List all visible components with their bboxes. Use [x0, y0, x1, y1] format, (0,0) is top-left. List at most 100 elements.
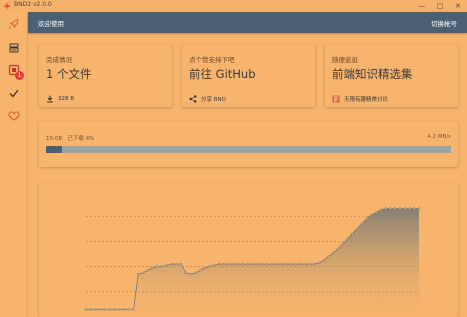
chart-point [108, 308, 112, 311]
chart-point [417, 207, 421, 210]
card-label: 完成情况 [46, 56, 72, 64]
speed-chart [84, 207, 421, 317]
card-footer[interactable]: 分享 BND [189, 95, 226, 103]
chart-point [389, 207, 392, 210]
chart-point [118, 308, 121, 311]
chart-point [246, 262, 249, 266]
rocket-icon[interactable] [8, 18, 20, 30]
chart-point [156, 265, 159, 268]
chart-point [94, 308, 97, 311]
chart-point [160, 265, 164, 268]
chart-point [398, 207, 402, 210]
sidebar: 1 [0, 12, 28, 317]
chart-point [165, 264, 169, 267]
chart-point [217, 262, 221, 266]
chart-point [370, 213, 373, 217]
app-title: BND2 v2.0.0 [14, 1, 52, 8]
chart-point [308, 262, 311, 266]
card-footer[interactable]: 无限有趣精美讨论 [332, 95, 388, 103]
chart-point [132, 308, 135, 311]
card-label: 随便逛逛 [332, 56, 358, 64]
chart-point [322, 259, 326, 262]
speed-chart-card [39, 183, 458, 317]
chart-point [222, 262, 226, 266]
card-footer: 328 B [46, 95, 74, 103]
chart-point [355, 227, 359, 231]
card-value: 1 个文件 [46, 67, 92, 81]
minimize-button[interactable]: — [413, 0, 431, 12]
close-button[interactable]: ✕ [449, 0, 467, 12]
chart-point [189, 272, 192, 276]
chart-point [146, 269, 150, 272]
chart-point [284, 262, 288, 266]
explore-card[interactable]: 随便逛逛 前端知识精选集 无限有趣精美讨论 [325, 44, 458, 107]
maximize-button[interactable]: □ [431, 0, 449, 12]
title-bar: BND2 v2.0.0 — □ ✕ [0, 0, 467, 12]
chart-point [403, 207, 406, 210]
chart-point [317, 261, 321, 265]
chart-point [198, 269, 202, 272]
chart-point [346, 237, 349, 241]
checkmark-icon[interactable] [8, 87, 20, 99]
chart-point [99, 308, 102, 311]
chart-point [336, 247, 340, 251]
chart-point [379, 208, 383, 212]
chart-point [89, 308, 93, 311]
chart-point [279, 262, 283, 266]
chart-point [122, 308, 126, 311]
switch-account-link[interactable]: 切换帐号 [431, 18, 457, 28]
book-icon [332, 95, 340, 103]
chart-point [170, 262, 173, 266]
progress-card: 15:08 已下载 4% 4.2 MB/s [39, 121, 458, 167]
card-value: 前端知识精选集 [332, 67, 413, 81]
card-label: 点个赞支持下吧 [189, 56, 235, 64]
chart-point [208, 265, 211, 268]
chart-point [184, 271, 188, 275]
chart-point [275, 262, 278, 266]
notification-badge: 1 [15, 71, 24, 80]
download-icon [47, 95, 53, 103]
chart-point [351, 232, 354, 236]
chart-point [294, 262, 297, 266]
chart-point [241, 262, 245, 266]
chart-point [313, 262, 316, 266]
database-icon[interactable] [8, 42, 20, 54]
chart-point [303, 262, 307, 266]
chart-point [151, 266, 154, 270]
chart-point [175, 262, 178, 266]
github-card[interactable]: 点个赞支持下吧 前往 GitHub 分享 BND [182, 44, 315, 107]
share-icon [189, 95, 197, 103]
chart-point [341, 242, 345, 246]
chart-point [141, 271, 145, 275]
chart-point [270, 262, 273, 266]
app-window: BND2 v2.0.0 — □ ✕ 1 欢迎使用 切换帐号 完成情况 1 个文件… [0, 0, 467, 317]
progress-status-text: 15:08 已下载 4% [46, 136, 95, 142]
chart-point [203, 266, 207, 270]
chart-point [251, 262, 254, 266]
chart-point [256, 262, 259, 266]
completion-card: 完成情况 1 个文件 328 B [39, 44, 172, 107]
chart-point [179, 262, 183, 266]
chart-point [374, 211, 378, 214]
chart-point [103, 308, 107, 311]
heart-icon[interactable] [8, 110, 20, 122]
chart-point [227, 262, 230, 266]
chart-point [408, 207, 411, 210]
file-size-text: 328 B [58, 96, 75, 102]
card-value: 前往 GitHub [189, 67, 256, 81]
welcome-text: 欢迎使用 [38, 20, 64, 28]
chart-point [194, 271, 197, 275]
chart-point [137, 272, 140, 276]
chart-point [289, 262, 292, 266]
progress-bar [46, 146, 451, 153]
chart-point [393, 207, 397, 210]
chart-point [127, 308, 131, 311]
app-logo-icon [3, 2, 11, 10]
chart-point [412, 207, 416, 210]
share-text: 分享 BND [201, 97, 226, 103]
chart-point [260, 262, 264, 266]
chart-point [360, 222, 364, 226]
chart-point [384, 207, 387, 210]
chart-point [113, 308, 116, 311]
chart-point [298, 262, 302, 266]
